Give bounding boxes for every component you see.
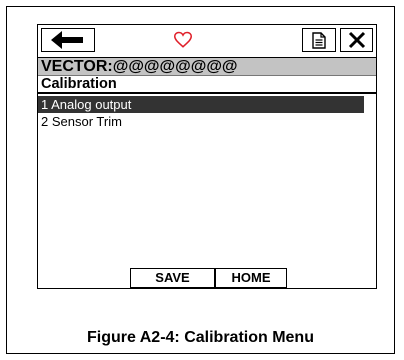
save-button[interactable]: SAVE (130, 268, 215, 288)
menu-list: 1 Analog output 2 Sensor Trim (38, 96, 376, 130)
back-button[interactable] (41, 28, 95, 52)
close-x-icon (348, 31, 365, 49)
menu-title: Calibration (38, 76, 376, 94)
home-button[interactable]: HOME (215, 268, 287, 288)
device-title: VECTOR:@@@@@@@@ (38, 57, 376, 76)
close-button[interactable] (340, 28, 373, 52)
menu-item-sensor-trim[interactable]: 2 Sensor Trim (38, 113, 376, 130)
figure-frame: VECTOR:@@@@@@@@ Calibration 1 Analog out… (6, 6, 395, 354)
document-icon (312, 31, 326, 49)
figure-caption: Figure A2-4: Calibration Menu (87, 329, 314, 346)
toolbar (38, 25, 376, 57)
document-button[interactable] (302, 28, 336, 52)
heart-outline-icon (174, 31, 192, 48)
bottom-button-bar: SAVE HOME (38, 268, 376, 288)
favorite-button[interactable] (155, 28, 211, 52)
menu-item-analog-output[interactable]: 1 Analog output (38, 96, 364, 113)
back-arrow-icon (51, 31, 83, 49)
handheld-screen: VECTOR:@@@@@@@@ Calibration 1 Analog out… (37, 24, 377, 289)
